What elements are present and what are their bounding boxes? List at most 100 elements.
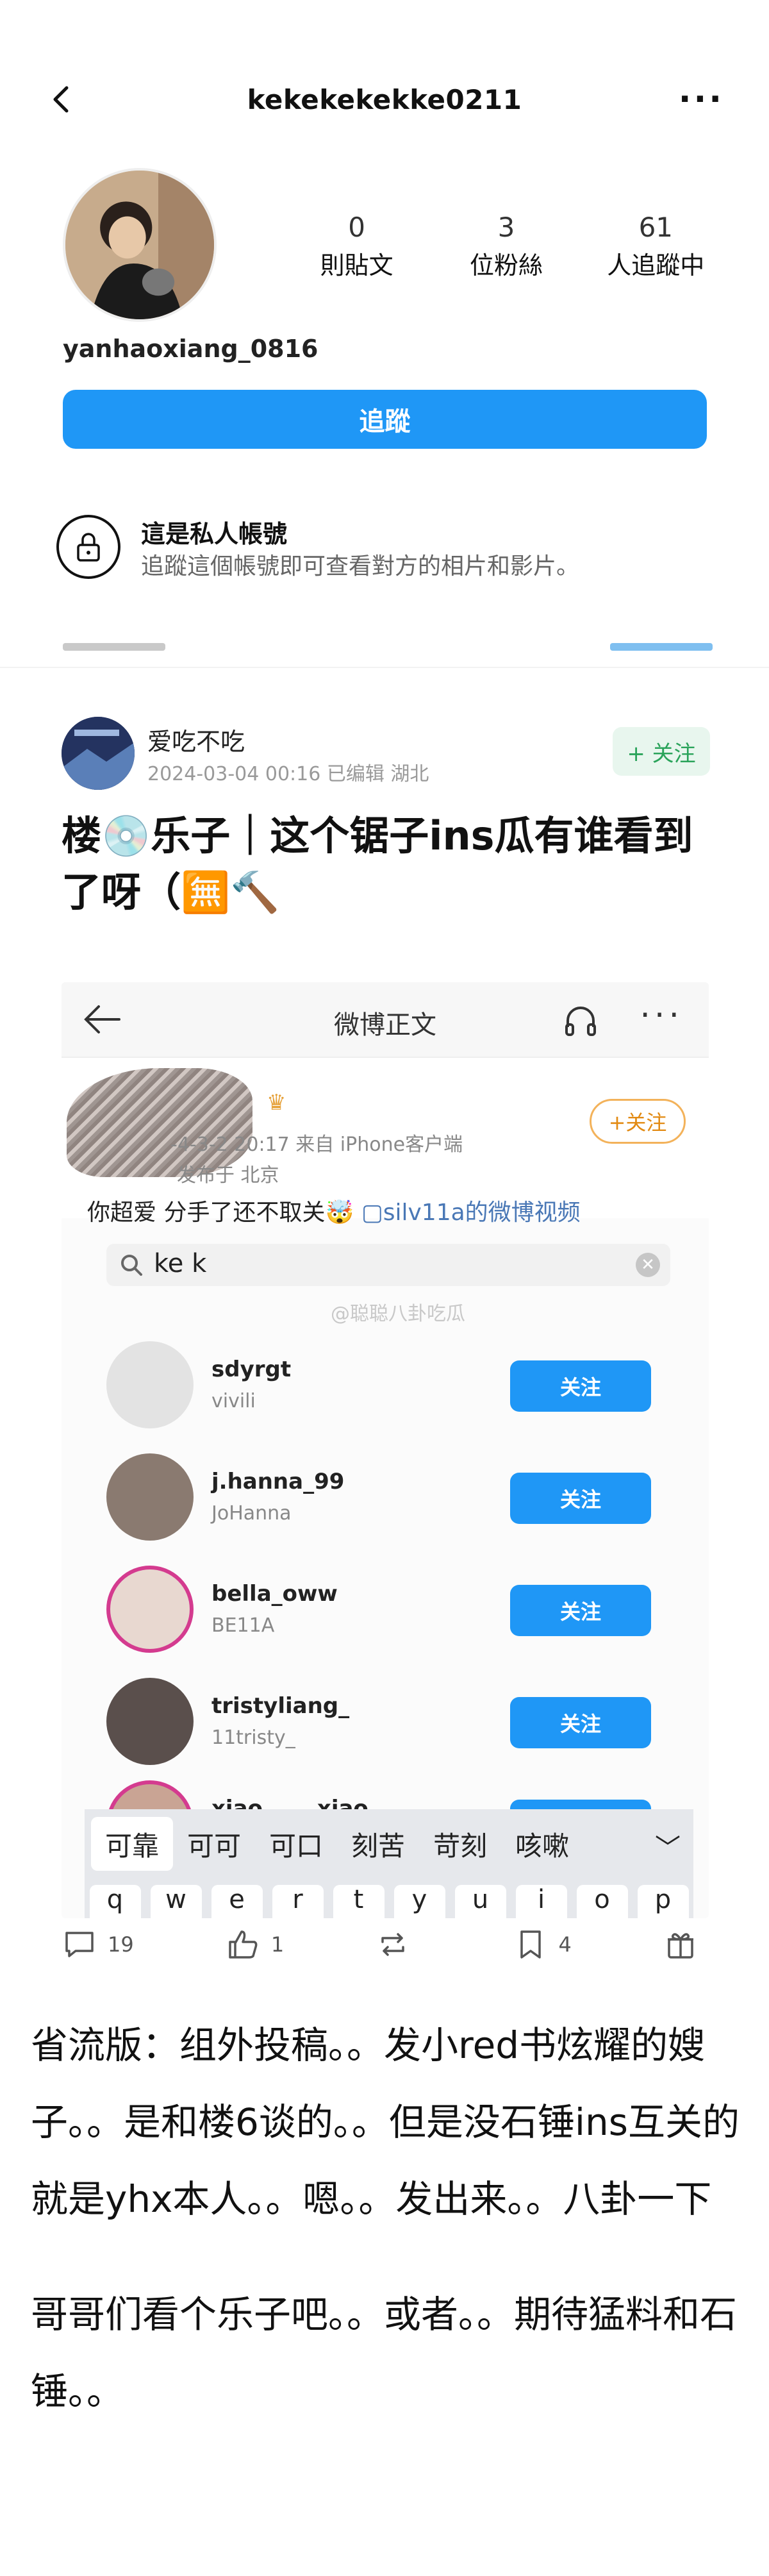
repost-icon [381, 1933, 405, 1956]
instagram-profile: kekekekekke0211 ··· 0 則貼文 3 位粉絲 61 人追蹤中 … [0, 0, 769, 660]
like-button[interactable]: 1 [225, 1927, 284, 1962]
follow-button[interactable]: 追蹤 [63, 390, 707, 449]
post-meta: 2024-03-04 00:16 已编辑 湖北 [147, 763, 429, 785]
author-name[interactable]: 爱吃不吃 [147, 722, 245, 757]
account-row: bella_oww BE11A 关注 [106, 1566, 670, 1662]
chevron-down-icon: ﹀ [655, 1834, 681, 1863]
profile-stats: 0 則貼文 3 位粉絲 61 人追蹤中 [282, 212, 731, 281]
post-title: 楼💿乐子｜这个锯子ins瓜有谁看到了呀（🈚🔨 [62, 812, 693, 916]
account-name: sdyrgt [211, 1357, 292, 1382]
profile-username: kekekekekke0211 [247, 83, 522, 115]
account-subname: JoHanna [211, 1502, 292, 1525]
weibo-post-time: -4-3-2 20:17 来自 iPhone客户端 [170, 1133, 463, 1156]
account-name: tristyliang_ [211, 1693, 350, 1719]
private-title: 這是私人帳號 [141, 520, 288, 548]
headphones-icon [561, 1001, 600, 1040]
like-count: 1 [270, 1932, 285, 1957]
search-query: ke k [154, 1249, 207, 1278]
candidate: 可靠 [91, 1817, 174, 1871]
thumbs-up-icon [229, 1930, 258, 1959]
body-paragraph: 省流版：组外投稿。。发小red书炫耀的嫂子。。是和楼6谈的。。但是没石锤ins互… [31, 2023, 740, 2221]
weibo-caption: 你超爱 分手了还不取关🤯 ▢silv11a的微博视频 [87, 1194, 581, 1227]
article-body: 省流版：组外投稿。。发小red书炫耀的嫂子。。是和楼6谈的。。但是没石锤ins互… [31, 2007, 742, 2430]
ig-search-field: ke k ✕ [106, 1244, 670, 1286]
profile-display-name: yanhaoxiang_0816 [63, 335, 318, 363]
account-follow-button: 关注 [510, 1473, 651, 1524]
key: p [637, 1885, 689, 1918]
weibo-more-icon: ··· [640, 996, 683, 1035]
account-subname: vivili [211, 1390, 256, 1412]
key: u [454, 1885, 506, 1918]
follow-author-button[interactable]: + 关注 [613, 727, 710, 776]
clear-search-icon: ✕ [636, 1253, 660, 1277]
profile-avatar[interactable] [63, 168, 217, 322]
cropped-text-fragment [63, 643, 165, 651]
account-name: bella_oww [211, 1581, 338, 1607]
search-icon [121, 1255, 142, 1276]
comment-count: 19 [108, 1932, 134, 1957]
account-follow-button: 关注 [510, 1697, 651, 1748]
crown-icon: ♛ [267, 1090, 286, 1116]
followers-stat[interactable]: 3 位粉絲 [442, 212, 570, 281]
gift-icon [668, 1933, 693, 1959]
weibo-nav-bar: 微博正文 ··· [62, 982, 709, 1058]
private-account-notice: 這是私人帳號 追蹤這個帳號即可查看對方的相片和影片。 [56, 512, 718, 582]
comment-button[interactable]: 19 [62, 1927, 134, 1962]
input-method-keyboard: 可靠 可可 可口 刻苦 苛刻 咳嗽 ﹀ q w e r t y u i o p [85, 1809, 693, 1918]
candidate: 苛刻 [433, 1830, 488, 1862]
profile-header: kekekekekke0211 ··· [45, 74, 724, 125]
key: w [150, 1885, 202, 1918]
weibo-caption-text: 你超爱 分手了还不取关🤯 [87, 1200, 361, 1226]
candidate: 刻苦 [351, 1830, 406, 1862]
weibo-follow-button: +关注 [590, 1099, 686, 1144]
candidate: 咳嗽 [515, 1830, 570, 1862]
weibo-post-location: 发布于 北京 [177, 1164, 279, 1187]
key: o [576, 1885, 628, 1918]
key-row: q w e r t y u i o p [85, 1885, 693, 1918]
more-options-icon[interactable]: ··· [679, 80, 724, 119]
key: t [333, 1885, 384, 1918]
author-avatar[interactable] [62, 717, 135, 790]
save-button[interactable]: 4 [513, 1927, 572, 1962]
comment-icon [65, 1932, 94, 1957]
account-follow-button: 关注 [510, 1360, 651, 1412]
posts-label: 則貼文 [320, 251, 393, 280]
key: i [515, 1885, 567, 1918]
weibo-title: 微博正文 [334, 1010, 436, 1040]
account-avatar [106, 1678, 194, 1765]
post-action-bar: 19 1 4 [62, 1919, 709, 1970]
weibo-video-link: ▢silv11a的微博视频 [361, 1200, 581, 1226]
lock-icon [56, 515, 120, 579]
account-follow-button: 关注 [510, 1585, 651, 1636]
save-count: 4 [558, 1932, 572, 1957]
account-row: j.hanna_99 JoHanna 关注 [106, 1453, 670, 1550]
bookmark-icon [520, 1930, 541, 1959]
followers-count: 3 [497, 212, 515, 243]
repost-button[interactable] [375, 1927, 421, 1962]
gift-button[interactable] [663, 1927, 709, 1962]
account-name: j.hanna_99 [211, 1469, 345, 1494]
account-row: sdyrgt vivili 关注 [106, 1341, 670, 1437]
key: e [211, 1885, 263, 1918]
body-paragraph: 哥哥们看个乐子吧。。或者。。期待猛料和石锤。。 [31, 2293, 738, 2413]
following-label: 人追蹤中 [607, 251, 705, 280]
back-arrow-icon[interactable] [45, 83, 78, 116]
candidate: 可可 [187, 1830, 242, 1862]
key: r [272, 1885, 324, 1918]
key: y [393, 1885, 445, 1918]
candidate: 可口 [269, 1830, 324, 1862]
account-row: tristyliang_ 11tristy_ 关注 [106, 1678, 670, 1774]
posts-count: 0 [348, 212, 366, 243]
account-avatar [106, 1341, 194, 1428]
embedded-screenshot[interactable]: 微博正文 ··· ♛ -4-3-2 20:17 来自 iPhone客户端 发布于… [62, 982, 709, 1918]
following-stat[interactable]: 61 人追蹤中 [591, 212, 720, 281]
account-avatar [106, 1453, 194, 1541]
watermark: @聪聪八卦吃瓜 [331, 1303, 465, 1325]
account-subname: BE11A [211, 1614, 275, 1637]
account-avatar [106, 1566, 194, 1653]
posts-stat[interactable]: 0 則貼文 [293, 212, 421, 281]
account-subname: 11tristy_ [211, 1727, 295, 1749]
followers-label: 位粉絲 [469, 251, 543, 280]
candidate-bar: 可靠 可可 可口 刻苦 苛刻 咳嗽 ﹀ [85, 1809, 693, 1878]
following-count: 61 [638, 212, 674, 243]
